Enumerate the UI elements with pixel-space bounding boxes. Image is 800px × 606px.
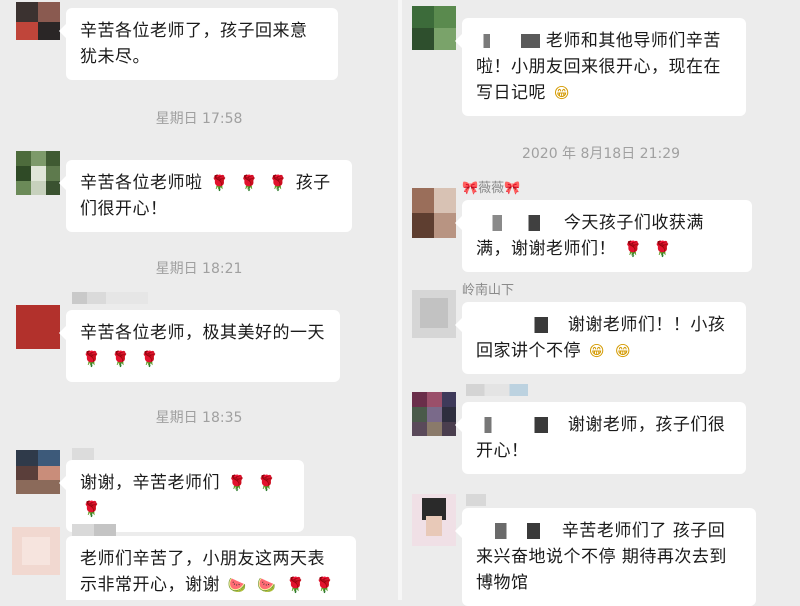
message-bubble[interactable]: 老师和其他导师们辛苦啦！小朋友回来很开心，现在在写日记呢 😁 xyxy=(455,18,746,116)
watermelon-icon: 🍉 xyxy=(227,576,248,594)
avatar[interactable] xyxy=(412,188,456,238)
message-text: 辛苦各位老师，极其美好的一天 xyxy=(80,323,325,343)
rose-icon: 🌹 xyxy=(239,174,259,192)
avatar[interactable] xyxy=(16,305,60,349)
rose-icon: 🌹 xyxy=(653,240,673,258)
right-chat-panel: 老师和其他导师们辛苦啦！小朋友回来很开心，现在在写日记呢 😁 2020 年 8月… xyxy=(402,0,800,606)
message-bubble[interactable]: 辛苦各位老师了，孩子回来意犹未尽。 xyxy=(59,8,338,80)
name-mention-blurred xyxy=(476,523,556,539)
sender-name: 岭南山下 xyxy=(462,283,515,298)
message-bubble[interactable]: 今天孩子们收获满满，谢谢老师们！ 🌹 🌹 xyxy=(455,200,752,272)
rose-icon: 🌹 xyxy=(82,500,102,518)
left-chat-panel: 辛苦各位老师了，孩子回来意犹未尽。 星期日 17:58 辛苦各位老师啦 🌹 🌹 … xyxy=(0,0,398,600)
avatar[interactable] xyxy=(16,151,60,195)
timestamp: 2020 年 8月18日 21:29 xyxy=(521,146,681,162)
rose-icon: 🌹 xyxy=(257,474,277,492)
message-bubble[interactable]: 辛苦各位老师，极其美好的一天 🌹 🌹 🌹 xyxy=(59,310,340,382)
sender-name: 🎀薇薇🎀 xyxy=(462,181,521,196)
message-text: 辛苦各位老师了，孩子回来意犹未尽。 xyxy=(80,21,308,67)
message-bubble[interactable]: 辛苦各位老师啦 🌹 🌹 🌹 孩子们很开心！ xyxy=(59,160,352,232)
message-bubble[interactable]: 谢谢老师们！！小孩回家讲个不停 😁 😁 xyxy=(455,302,746,374)
avatar[interactable] xyxy=(412,392,456,436)
rose-icon: 🌹 xyxy=(140,350,160,368)
sender-name-blurred xyxy=(72,292,148,304)
message-text: 辛苦各位老师啦 xyxy=(80,173,203,193)
rose-icon: 🌹 xyxy=(623,240,644,258)
sender-name-blurred xyxy=(72,524,116,536)
name-mention-blurred xyxy=(476,317,562,333)
avatar[interactable] xyxy=(16,2,60,40)
avatar[interactable] xyxy=(412,494,456,546)
grinning-face-icon: 😁 xyxy=(553,84,571,102)
avatar[interactable] xyxy=(16,450,60,494)
rose-icon: 🌹 xyxy=(286,576,306,594)
name-mention-blurred xyxy=(476,215,558,231)
grinning-face-icon: 😁 xyxy=(588,342,606,360)
message-bubble[interactable]: 谢谢，辛苦老师们 🌹 🌹 🌹 xyxy=(59,460,304,532)
avatar[interactable] xyxy=(412,6,456,50)
timestamp: 星期日 18:35 xyxy=(155,410,243,426)
sender-name-blurred xyxy=(466,494,486,506)
message-bubble[interactable]: 辛苦老师们了 孩子回来兴奋地说个不停 期待再次去到博物馆 xyxy=(455,508,756,606)
avatar[interactable] xyxy=(412,290,456,338)
rose-icon: 🌹 xyxy=(315,576,335,594)
watermelon-icon: 🍉 xyxy=(257,576,277,594)
name-mention-blurred xyxy=(476,417,562,433)
timestamp: 星期日 17:58 xyxy=(155,111,243,127)
message-bubble[interactable]: 谢谢老师，孩子们很开心！ xyxy=(455,402,746,474)
message-text: 谢谢，辛苦老师们 xyxy=(80,473,220,493)
rose-icon: 🌹 xyxy=(268,174,288,192)
rose-icon: 🌹 xyxy=(82,350,102,368)
avatar[interactable] xyxy=(12,527,60,575)
sender-name-blurred xyxy=(466,384,528,396)
rose-icon: 🌹 xyxy=(210,174,230,192)
grinning-face-icon: 😁 xyxy=(614,342,632,360)
name-mention-blurred xyxy=(476,34,540,48)
timestamp: 星期日 18:21 xyxy=(155,261,243,277)
rose-icon: 🌹 xyxy=(227,474,248,492)
message-bubble[interactable]: 老师们辛苦了，小朋友这两天表示非常开心，谢谢 🍉 🍉 🌹 🌹 xyxy=(66,536,356,600)
rose-icon: 🌹 xyxy=(111,350,131,368)
sender-name-blurred xyxy=(72,448,94,460)
